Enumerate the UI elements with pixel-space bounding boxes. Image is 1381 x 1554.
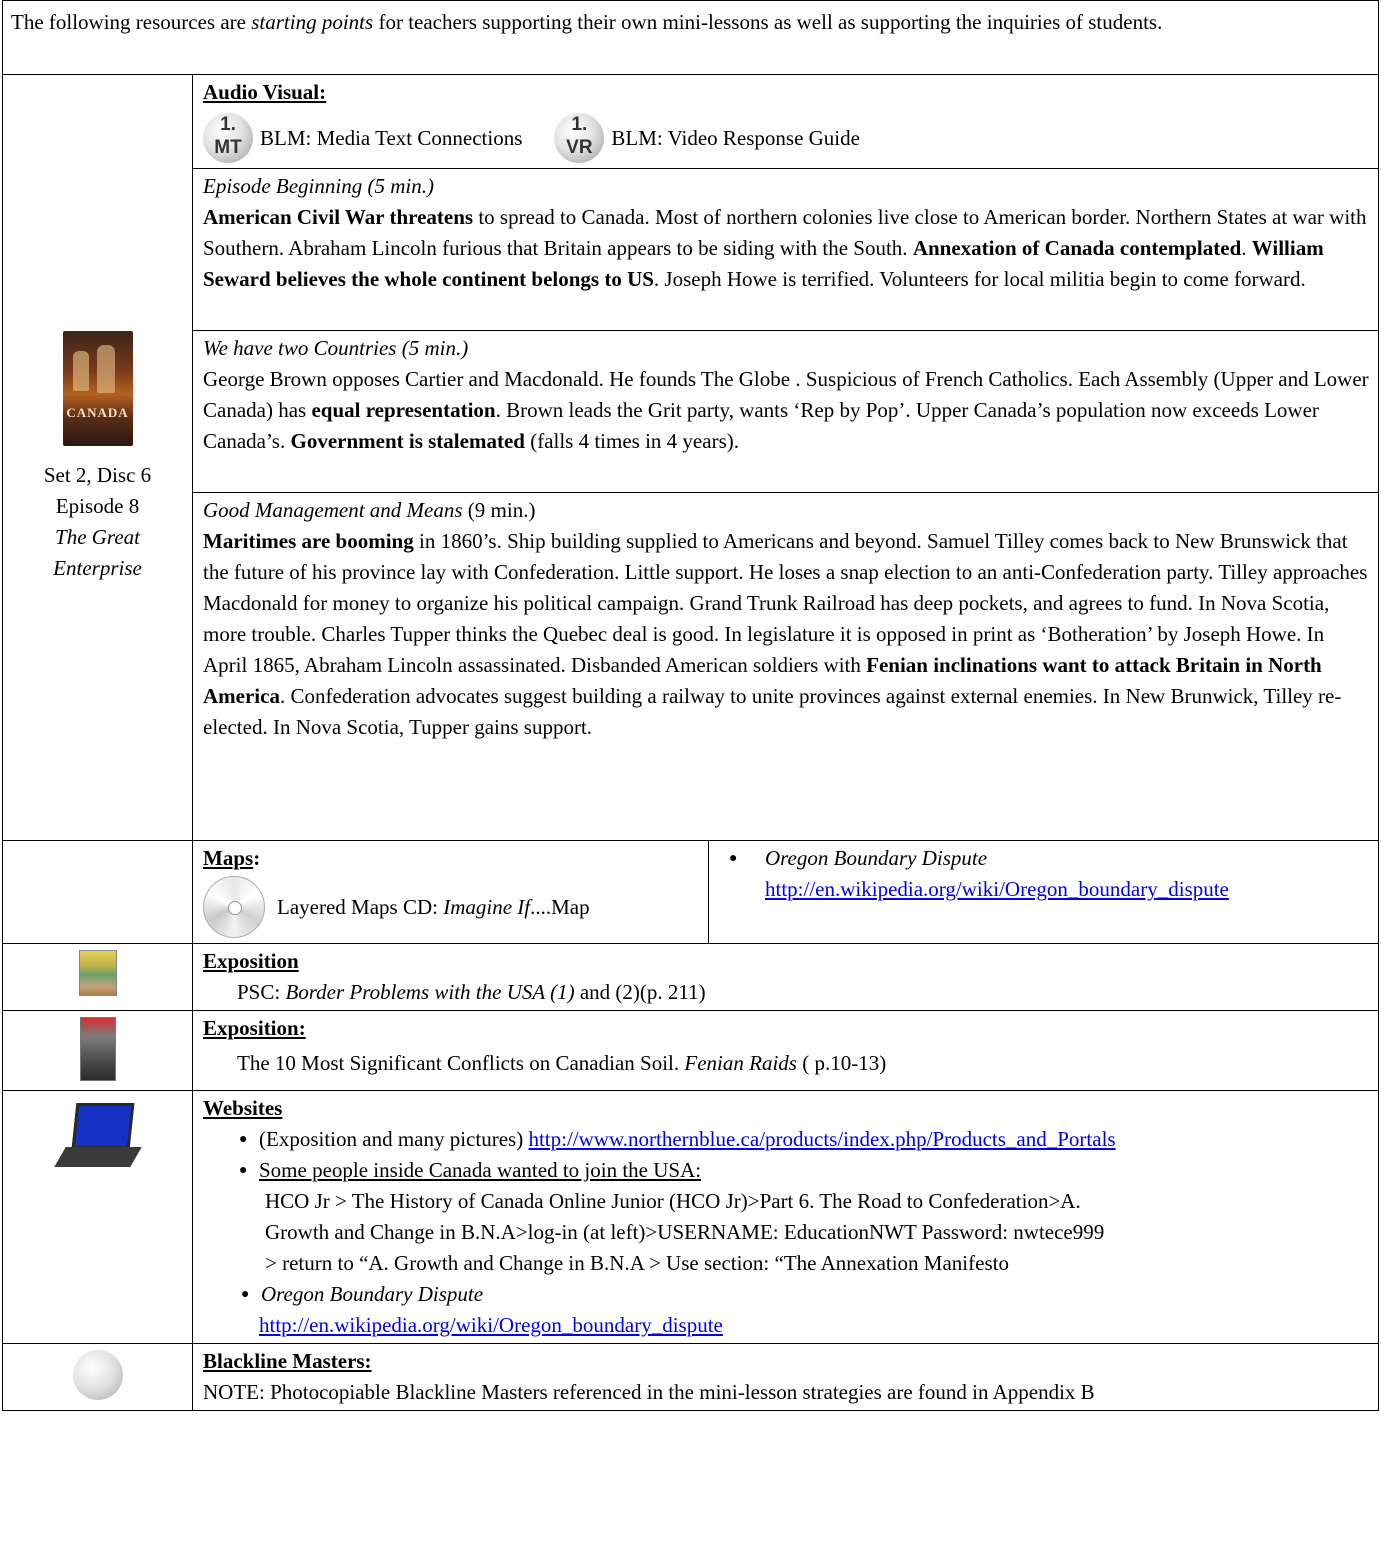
maps-cd-label: Layered Maps CD: Imagine If....Map [277,894,590,919]
website-item: Oregon Boundary Dispute [233,1279,1370,1310]
media-text-icon-code: MT [214,137,242,158]
cd-icon[interactable] [203,876,265,938]
segment-body: George Brown opposes Cartier and Macdona… [203,367,1369,453]
video-response-icon-code: VR [566,137,593,158]
northernblue-link[interactable]: http://www.northernblue.ca/products/inde… [528,1127,1115,1151]
segment-title: Good Management and Means (9 min.) [203,498,536,522]
episode-cell: CANADA Set 2, Disc 6 Episode 8 The Great… [2,74,193,841]
maps-resource: Maps: Layered Maps CD: Imagine If....Map [193,841,709,943]
segment-two-countries: We have two Countries (5 min.) George Br… [192,330,1379,493]
dvd-cover-image: CANADA [62,331,133,446]
exposition-conflicts-cell: Exposition: The 10 Most Significant Conf… [192,1010,1379,1091]
video-response-label: BLM: Video Response Guide [611,125,860,150]
laptop-thumb-cell [2,1090,193,1344]
audio-visual-heading: Audio Visual: [203,80,327,104]
blackline-heading: Blackline Masters: [203,1349,372,1373]
book-thumb-cell [2,1010,193,1091]
website-path-line: HCO Jr > The History of Canada Online Ju… [265,1189,1081,1213]
audio-visual-cell: Audio Visual: 1. MT BLM: Media Text Conn… [192,74,1379,169]
website-path-line: Growth and Change in B.N.A>log-in (at le… [265,1220,1105,1244]
globe-thumb-cell [2,1343,193,1411]
website-item: Some people inside Canada wanted to join… [231,1155,1370,1186]
maps-links: Oregon Boundary Dispute http://en.wikipe… [709,841,1378,943]
maps-cell: Maps: Layered Maps CD: Imagine If....Map… [192,840,1379,944]
video-response-disc-icon[interactable]: 1. VR [554,113,605,163]
episode-title-line2: Enterprise [53,556,142,580]
maps-heading: Maps: [203,846,261,870]
dvd-cover-title: CANADA [66,405,129,420]
segment-good-management: Good Management and Means (9 min.) Marit… [192,492,1379,841]
conflicts-book-cover-image [79,1017,116,1081]
segment-body: Maritimes are booming in 1860’s. Ship bu… [203,529,1368,739]
intro-emphasis: starting points [251,10,374,34]
websites-heading: Websites [203,1096,283,1120]
audio-visual-row: 1. MT BLM: Media Text Connections 1. VR … [203,110,1370,166]
video-response-icon-number: 1. [571,114,588,135]
maps-left-cell [2,840,193,944]
episode-set-disc: Set 2, Disc 6 [43,463,152,487]
media-text-label: BLM: Media Text Connections [260,125,523,150]
oregon-wiki-link[interactable]: http://en.wikipedia.org/wiki/Oregon_boun… [259,1313,723,1337]
textbook-cover-image [78,950,117,996]
blackline-cell: Blackline Masters: NOTE: Photocopiable B… [192,1343,1379,1411]
media-text-icon-number: 1. [220,114,236,135]
resource-page: The following resources are starting poi… [0,0,1381,1411]
intro-cell: The following resources are starting poi… [2,0,1379,75]
segment-body: American Civil War threatens to spread t… [203,205,1367,291]
segment-episode-beginning: Episode Beginning (5 min.) American Civi… [192,168,1379,331]
blackline-note: NOTE: Photocopiable Blackline Masters re… [203,1380,1095,1404]
oregon-bullet: Oregon Boundary Dispute [721,843,1370,874]
intro-text-rest: for teachers supporting their own mini-l… [373,10,1163,34]
episode-label: Set 2, Disc 6 Episode 8 The Great Enterp… [3,460,192,584]
intro-text: The following resources are [11,10,252,34]
globe-icon [72,1350,123,1400]
exposition-psc-cell: Exposition PSC: Border Problems with the… [192,943,1379,1011]
episode-number: Episode 8 [55,494,140,518]
exposition-text: PSC: Border Problems with the USA (1) an… [237,980,706,1004]
exposition-heading: Exposition [203,949,299,973]
exposition-heading: Exposition: [203,1016,306,1040]
website-path-line: > return to “A. Growth and Change in B.N… [265,1251,1009,1275]
episode-title-line1: The Great [55,525,140,549]
book-thumb-cell [2,943,193,1011]
segment-title: Episode Beginning (5 min.) [203,174,434,198]
resource-table: The following resources are starting poi… [2,0,1379,1411]
laptop-icon [53,1103,142,1173]
website-item: (Exposition and many pictures) http://ww… [231,1124,1370,1155]
websites-cell: Websites (Exposition and many pictures) … [192,1090,1379,1344]
segment-title: We have two Countries (5 min.) [203,336,469,360]
media-text-disc-icon[interactable]: 1. MT [203,113,253,163]
exposition-text: The 10 Most Significant Conflicts on Can… [237,1051,887,1075]
oregon-link[interactable]: http://en.wikipedia.org/wiki/Oregon_boun… [765,877,1229,901]
